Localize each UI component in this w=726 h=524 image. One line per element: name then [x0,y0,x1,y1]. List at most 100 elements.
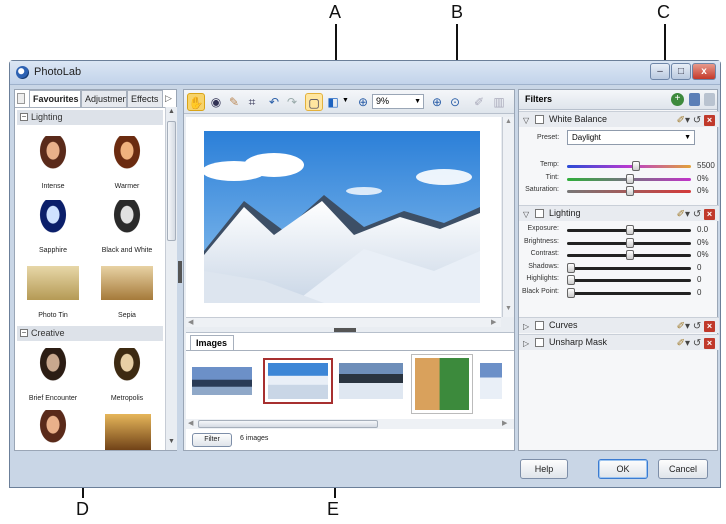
scroll-down-icon[interactable]: ▼ [168,438,175,445]
reset-icon[interactable]: ↺ [693,338,701,349]
expand-triangle-icon[interactable]: ▽ [523,113,529,128]
slider-track[interactable] [567,292,691,295]
hand-tool-icon[interactable]: ✋ [187,93,205,111]
preset-thumbnail[interactable] [27,266,79,300]
preview-hscrollbar[interactable]: ◀ ▶ [186,317,501,327]
preset-thumbnail[interactable] [107,136,147,178]
scroll-thumb[interactable] [198,420,378,428]
tab-effects[interactable]: Effects [127,90,163,107]
splitter-handle[interactable] [178,261,182,283]
scroll-up-icon[interactable]: ▲ [505,118,512,125]
reset-icon[interactable]: ↺ [693,115,701,126]
remove-filter-icon[interactable]: × [704,114,715,126]
help-button[interactable]: Help [520,459,568,479]
presets-scrollbar[interactable]: ▲ ▼ [165,107,177,450]
scroll-thumb[interactable] [167,121,176,241]
remove-filter-icon[interactable]: × [704,320,715,332]
view-dropdown-icon[interactable]: ▼ [342,97,349,104]
scroll-left-icon[interactable]: ◀ [188,419,193,427]
collapse-icon[interactable]: − [20,113,28,121]
preset-thumbnail[interactable] [107,200,147,242]
scroll-up-icon[interactable]: ▲ [168,108,175,115]
filter-enable-checkbox[interactable] [535,321,544,330]
slider-knob[interactable] [631,161,640,171]
filter-enable-checkbox[interactable] [535,115,544,124]
tab-images[interactable]: Images [190,335,234,350]
slider-knob[interactable] [567,262,575,273]
preset-thumbnail[interactable] [33,410,73,450]
scroll-right-icon[interactable]: ▶ [502,419,507,427]
slider-knob[interactable] [626,186,634,197]
minimize-button[interactable]: – [650,63,670,80]
filter-header-curves[interactable]: ▷ Curves ✐▾ ↺ × [519,317,719,333]
color-picker-icon[interactable]: ✐ [470,93,488,111]
slider-track[interactable] [567,266,691,270]
filmstrip-hscrollbar[interactable]: ◀ ▶ [186,419,514,429]
slider-knob[interactable] [626,250,634,261]
remove-filter-icon[interactable]: × [704,337,715,349]
zoom-in-icon[interactable]: ⊕ [428,93,446,111]
preset-thumbnail[interactable] [107,348,147,390]
edit-icon[interactable]: ✐ [677,321,685,332]
film-thumbnail-selected[interactable] [263,358,333,404]
zoom-dropdown-icon[interactable]: ▼ [414,95,421,108]
scroll-right-icon[interactable]: ▶ [491,318,496,326]
slider-track[interactable] [567,279,691,283]
zoom-field[interactable]: 9% ▼ [372,94,424,109]
split-view-icon[interactable]: ◧ [324,93,342,111]
edit-icon[interactable]: ✐ [677,115,685,126]
edit-icon[interactable]: ✐ [677,209,685,220]
filter-enable-checkbox[interactable] [535,209,544,218]
retouch-tool-icon[interactable]: ✎ [225,93,243,111]
tab-scroll-right-icon[interactable]: ▷ [165,93,172,104]
ok-button[interactable]: OK [598,459,648,479]
scroll-left-icon[interactable]: ◀ [188,318,193,326]
reset-icon[interactable]: ↺ [693,209,701,220]
expand-triangle-icon[interactable]: ▷ [523,319,529,334]
filter-header-white-balance[interactable]: ▽ White Balance ✐▾ ↺ × [519,111,719,127]
film-thumbnail[interactable] [411,354,473,414]
add-filter-icon[interactable]: + [671,93,684,106]
chevron-down-icon[interactable]: ▼ [684,131,691,144]
lock-icon[interactable] [689,93,700,106]
edit-icon[interactable]: ✐ [677,338,685,349]
histogram-icon[interactable]: ▥ [490,93,508,111]
film-thumbnail[interactable] [480,363,502,399]
preset-thumbnail[interactable] [33,136,73,178]
maximize-button[interactable]: □ [671,63,691,80]
cancel-button[interactable]: Cancel [658,459,708,479]
preset-thumbnail[interactable] [105,414,151,450]
expand-triangle-icon[interactable]: ▽ [523,207,529,222]
slider-knob[interactable] [567,288,575,298]
film-thumbnail[interactable] [192,367,252,395]
slider-track[interactable] [567,165,691,168]
preset-thumbnail[interactable] [33,348,73,390]
undo-icon[interactable]: ↶ [265,93,283,111]
filter-enable-checkbox[interactable] [535,338,544,347]
crop-tool-icon[interactable]: ⌗ [243,93,261,111]
scroll-down-icon[interactable]: ▼ [505,305,512,312]
redo-icon[interactable]: ↷ [283,93,301,111]
slider-knob[interactable] [626,225,634,235]
preset-thumbnail[interactable] [33,200,73,242]
filter-header-unsharp-mask[interactable]: ▷ Unsharp Mask ✐▾ ↺ × [519,334,719,350]
slider-knob[interactable] [626,173,634,184]
preset-select[interactable]: Daylight ▼ [567,130,695,145]
tab-adjustments[interactable]: Adjustmen [81,90,127,107]
zoom-icon[interactable]: ⊕ [354,93,372,111]
slider-knob[interactable] [567,275,575,286]
group-header-creative[interactable]: − Creative [17,326,163,341]
filter-header-lighting[interactable]: ▽ Lighting ✐▾ ↺ × [519,205,719,221]
preview-vscrollbar[interactable]: ▲ ▼ [502,117,514,317]
save-icon[interactable] [704,93,715,106]
expand-triangle-icon[interactable]: ▷ [523,336,529,351]
filter-button[interactable]: Filter [192,433,232,447]
preset-thumbnail[interactable] [101,266,153,300]
preview-image[interactable] [204,131,480,303]
tab-favourites[interactable]: Favourites [29,90,81,107]
reset-icon[interactable]: ↺ [693,321,701,332]
film-thumbnail[interactable] [339,363,403,399]
group-header-lighting[interactable]: − Lighting [17,110,163,125]
single-view-icon[interactable]: ▢ [305,93,323,111]
collapse-icon[interactable]: − [20,329,28,337]
